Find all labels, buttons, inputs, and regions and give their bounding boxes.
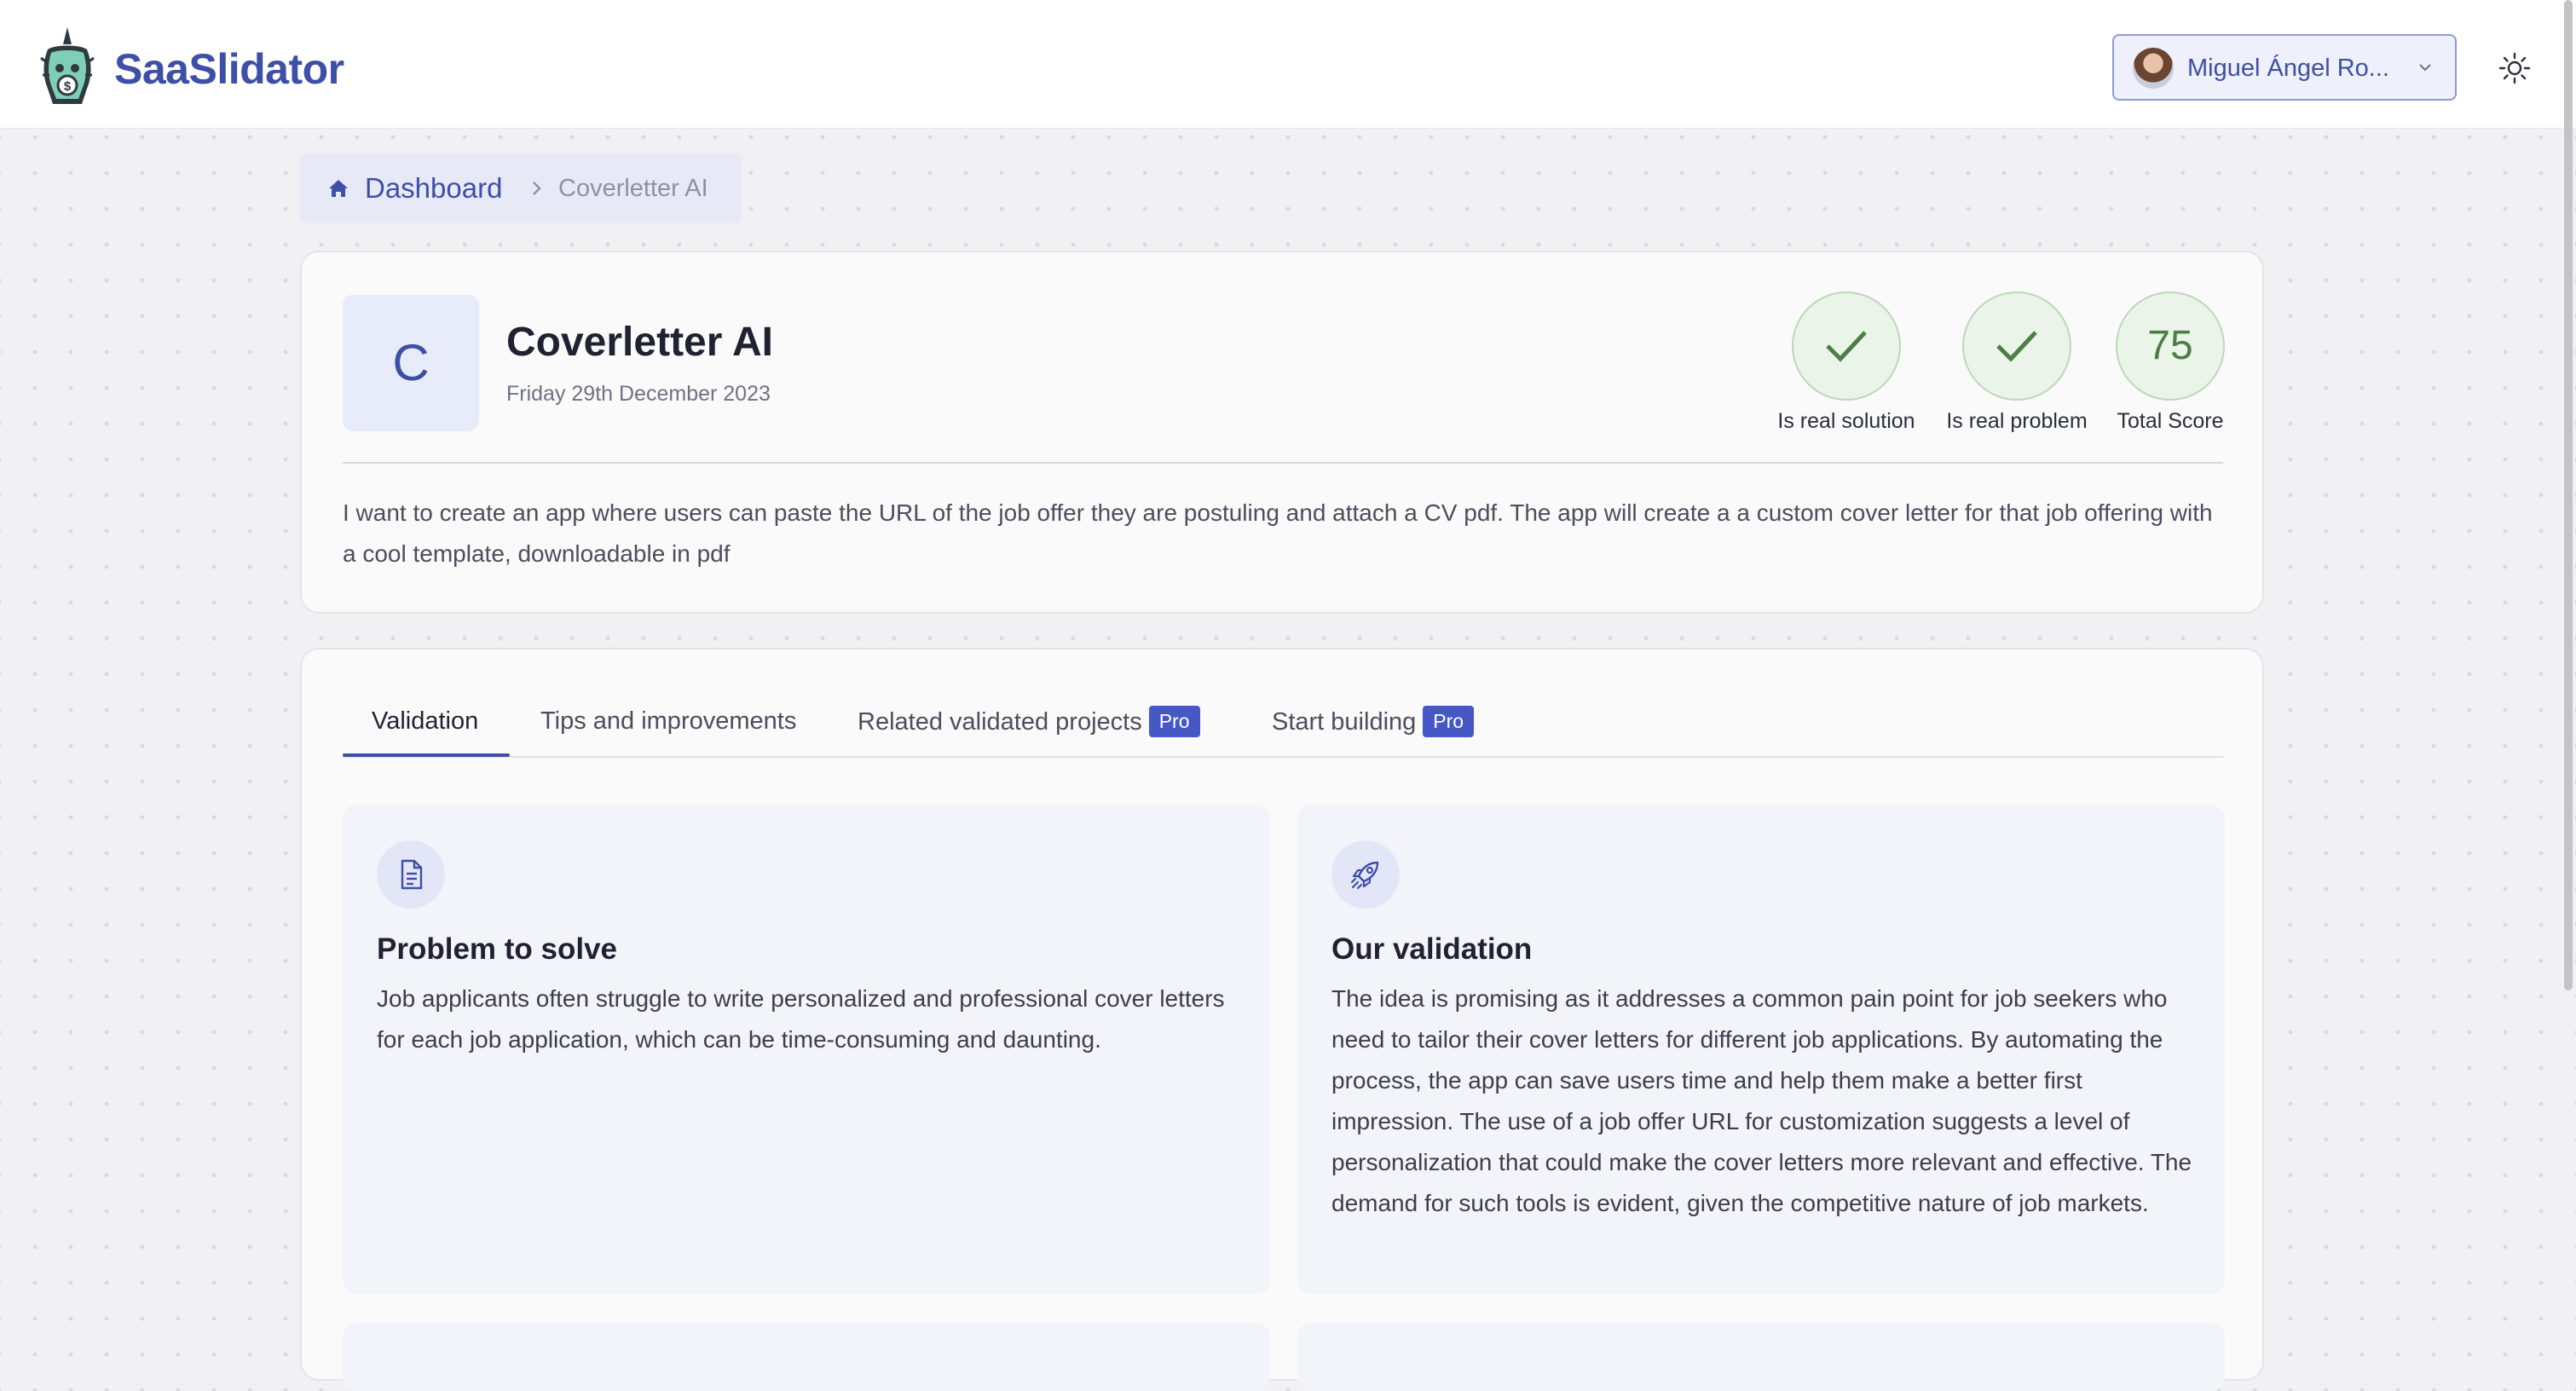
breadcrumb-dashboard-link[interactable]: Dashboard bbox=[365, 172, 502, 205]
icon-circle bbox=[377, 840, 445, 909]
next-panel-preview bbox=[343, 1323, 1270, 1391]
avatar bbox=[2133, 48, 2174, 89]
project-avatar: C bbox=[343, 295, 479, 431]
project-date: Friday 29th December 2023 bbox=[506, 382, 771, 406]
is-real-solution-badge bbox=[1792, 291, 1901, 401]
tab-start-building[interactable]: Start building Pro bbox=[1272, 706, 1475, 762]
tab-label: Start building bbox=[1272, 708, 1417, 736]
unicorn-logo-icon[interactable]: $ bbox=[34, 24, 101, 109]
app-name[interactable]: SaaSlidator bbox=[114, 44, 344, 94]
active-tab-indicator bbox=[343, 753, 510, 757]
total-score-badge: 75 bbox=[2116, 291, 2225, 401]
tab-related-validated-projects[interactable]: Related validated projects Pro bbox=[858, 706, 1200, 762]
section-title: Problem to solve bbox=[377, 932, 618, 966]
tab-tips-and-improvements[interactable]: Tips and improvements bbox=[540, 707, 796, 762]
pro-badge: Pro bbox=[1148, 706, 1200, 737]
user-menu-button[interactable]: Miguel Ángel Ro... bbox=[2112, 34, 2457, 101]
section-text: The idea is promising as it addresses a … bbox=[1331, 985, 2192, 1216]
section-text: Job applicants often struggle to write p… bbox=[377, 985, 1225, 1053]
breadcrumb: Dashboard Coverletter AI bbox=[300, 153, 742, 223]
check-icon bbox=[1826, 331, 1867, 362]
section-title: Our validation bbox=[1331, 932, 1533, 966]
top-navbar: $ SaaSlidator Miguel Ángel Ro... bbox=[0, 0, 2576, 128]
our-validation-panel: Our validation The idea is promising as … bbox=[1297, 805, 2225, 1294]
user-name: Miguel Ángel Ro... bbox=[2187, 55, 2389, 82]
next-panel-preview bbox=[1297, 1323, 2225, 1391]
score-label: Total Score bbox=[2117, 409, 2224, 433]
sun-icon[interactable] bbox=[2498, 51, 2532, 85]
total-score-value: 75 bbox=[2147, 323, 2193, 368]
project-title: Coverletter AI bbox=[506, 320, 773, 365]
project-summary-card: C Coverletter AI Friday 29th December 20… bbox=[300, 251, 2264, 614]
project-description: I want to create an app where users can … bbox=[343, 499, 2213, 567]
check-icon bbox=[1996, 331, 2037, 362]
breadcrumb-current: Coverletter AI bbox=[558, 175, 708, 202]
is-real-problem-badge bbox=[1962, 291, 2071, 401]
tab-label: Related validated projects bbox=[858, 708, 1142, 736]
document-icon bbox=[401, 859, 423, 890]
chevron-right-icon bbox=[533, 182, 541, 195]
svg-text:$: $ bbox=[64, 79, 72, 94]
home-icon[interactable] bbox=[326, 176, 351, 201]
divider bbox=[343, 462, 2223, 464]
icon-circle bbox=[1331, 840, 1400, 909]
tab-label: Validation bbox=[372, 707, 479, 735]
analysis-card: Validation Tips and improvements Related… bbox=[300, 648, 2264, 1391]
scrollbar-thumb[interactable] bbox=[2564, 0, 2573, 990]
chevron-down-icon bbox=[2419, 64, 2431, 72]
pro-badge: Pro bbox=[1423, 706, 1475, 737]
rocket-icon bbox=[1350, 861, 1379, 890]
tab-label: Tips and improvements bbox=[540, 707, 797, 735]
problem-to-solve-panel: Problem to solve Job applicants often st… bbox=[343, 805, 1270, 1294]
